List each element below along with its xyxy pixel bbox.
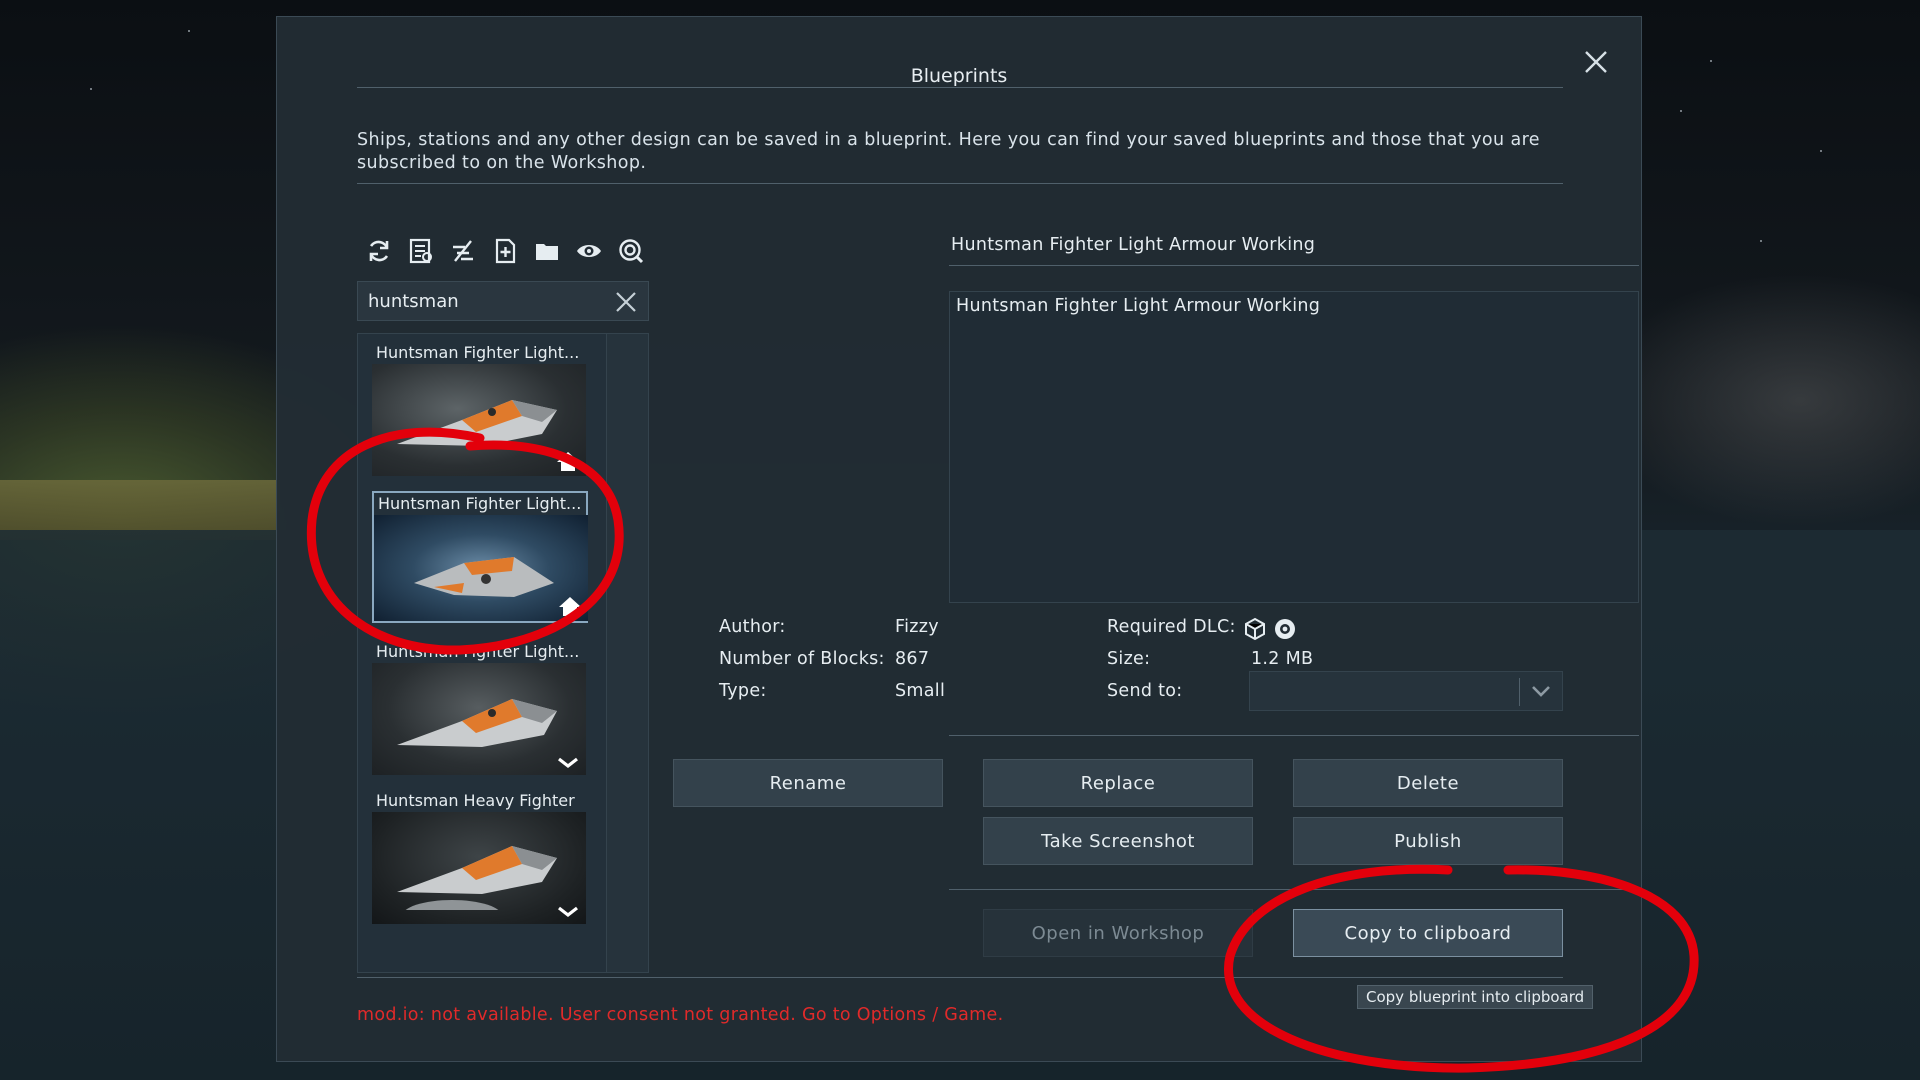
search-workshop-icon [619,239,644,264]
dlc-cube-icon [1245,617,1265,641]
background-star [188,30,190,32]
blueprint-toolbar [357,229,649,273]
dialog-title: Blueprints [910,65,1008,87]
divider [949,735,1639,736]
mod-io-warning: mod.io: not available. User consent not … [357,1005,1004,1025]
blocks-label: Number of Blocks: [719,649,885,669]
workshop-icon [558,906,578,918]
divider [357,87,1563,88]
blueprints-dialog: Blueprints Ships, stations and any other… [276,16,1642,1062]
eye-icon [577,245,601,257]
list-scrollbar[interactable] [606,334,648,972]
home-icon [557,452,579,471]
send-to-label: Send to: [1107,681,1183,701]
size-label: Size: [1107,649,1151,669]
required-dlc-label: Required DLC: [1107,617,1236,637]
dropdown-separator [1519,678,1520,706]
divider [357,183,1563,184]
sort-icon [453,240,473,262]
blueprint-description-input[interactable]: Huntsman Fighter Light Armour Working [956,296,1632,598]
ship-image [414,557,554,597]
type-value: Small [895,681,946,701]
blueprint-thumbnail [372,663,586,775]
close-button[interactable] [1581,47,1611,77]
publish-button[interactable]: Publish [1293,817,1563,865]
blueprint-list-item-selected[interactable]: Huntsman Fighter Light... [372,491,588,623]
chevron-down-icon [1532,686,1550,697]
delete-button[interactable]: Delete [1293,759,1563,807]
ship-image [397,400,557,446]
filter-blueprint-button[interactable] [403,233,439,269]
blueprint-item-label: Huntsman Heavy Fighter [376,791,575,810]
blueprint-list: Huntsman Fighter Light... Huntsman Fight… [357,333,649,973]
author-value: Fizzy [895,617,939,637]
blocks-value: 867 [895,649,930,669]
blueprint-list-item[interactable]: Huntsman Fighter Light... [372,641,588,775]
blueprint-item-label: Huntsman Fighter Light... [376,642,580,661]
blueprint-list-item[interactable]: Huntsman Heavy Fighter [372,790,588,924]
visibility-button[interactable] [571,233,607,269]
take-screenshot-button[interactable]: Take Screenshot [983,817,1253,865]
search-field [357,281,649,321]
divider [357,977,1563,978]
background-star [90,88,92,90]
search-input[interactable] [358,290,598,312]
blueprint-description-box: Huntsman Fighter Light Armour Working [949,291,1639,603]
author-label: Author: [719,617,786,637]
tooltip: Copy blueprint into clipboard [1357,985,1594,1009]
background-star [1760,240,1762,242]
blueprint-item-label: Huntsman Fighter Light... [378,494,582,513]
home-icon [559,597,581,616]
type-label: Type: [719,681,767,701]
close-icon [1585,51,1607,73]
blueprint-item-label: Huntsman Fighter Light... [376,343,580,362]
clear-search-icon[interactable] [614,290,638,314]
background-star [1820,150,1822,152]
open-in-workshop-button[interactable]: Open in Workshop [983,909,1253,957]
replace-button[interactable]: Replace [983,759,1253,807]
open-folder-button[interactable] [529,233,565,269]
blueprint-thumbnail [372,364,586,476]
refresh-icon [369,240,389,262]
blueprint-list-item[interactable]: Huntsman Fighter Light... [372,342,588,476]
blueprint-thumbnail [372,812,586,924]
ship-image [397,846,557,910]
send-to-dropdown[interactable] [1249,671,1563,711]
new-blueprint-button[interactable] [487,233,523,269]
new-blueprint-icon [495,238,516,264]
sort-button[interactable] [445,233,481,269]
folder-icon [536,244,558,260]
size-value: 1.2 MB [1251,649,1314,669]
workshop-icon [558,757,578,769]
blueprint-thumbnail [374,515,588,621]
dlc-gear-icon [1275,619,1295,639]
divider [949,265,1639,266]
rename-button[interactable]: Rename [673,759,943,807]
copy-to-clipboard-button[interactable]: Copy to clipboard [1293,909,1563,957]
background-star [1680,110,1682,112]
blueprint-name: Huntsman Fighter Light Armour Working [951,235,1316,255]
ship-image [397,699,557,747]
filter-blueprint-icon [409,238,432,264]
background-star [1710,60,1712,62]
refresh-button[interactable] [361,233,397,269]
search-workshop-button[interactable] [613,233,649,269]
divider [949,889,1639,890]
dialog-description: Ships, stations and any other design can… [357,130,1540,173]
